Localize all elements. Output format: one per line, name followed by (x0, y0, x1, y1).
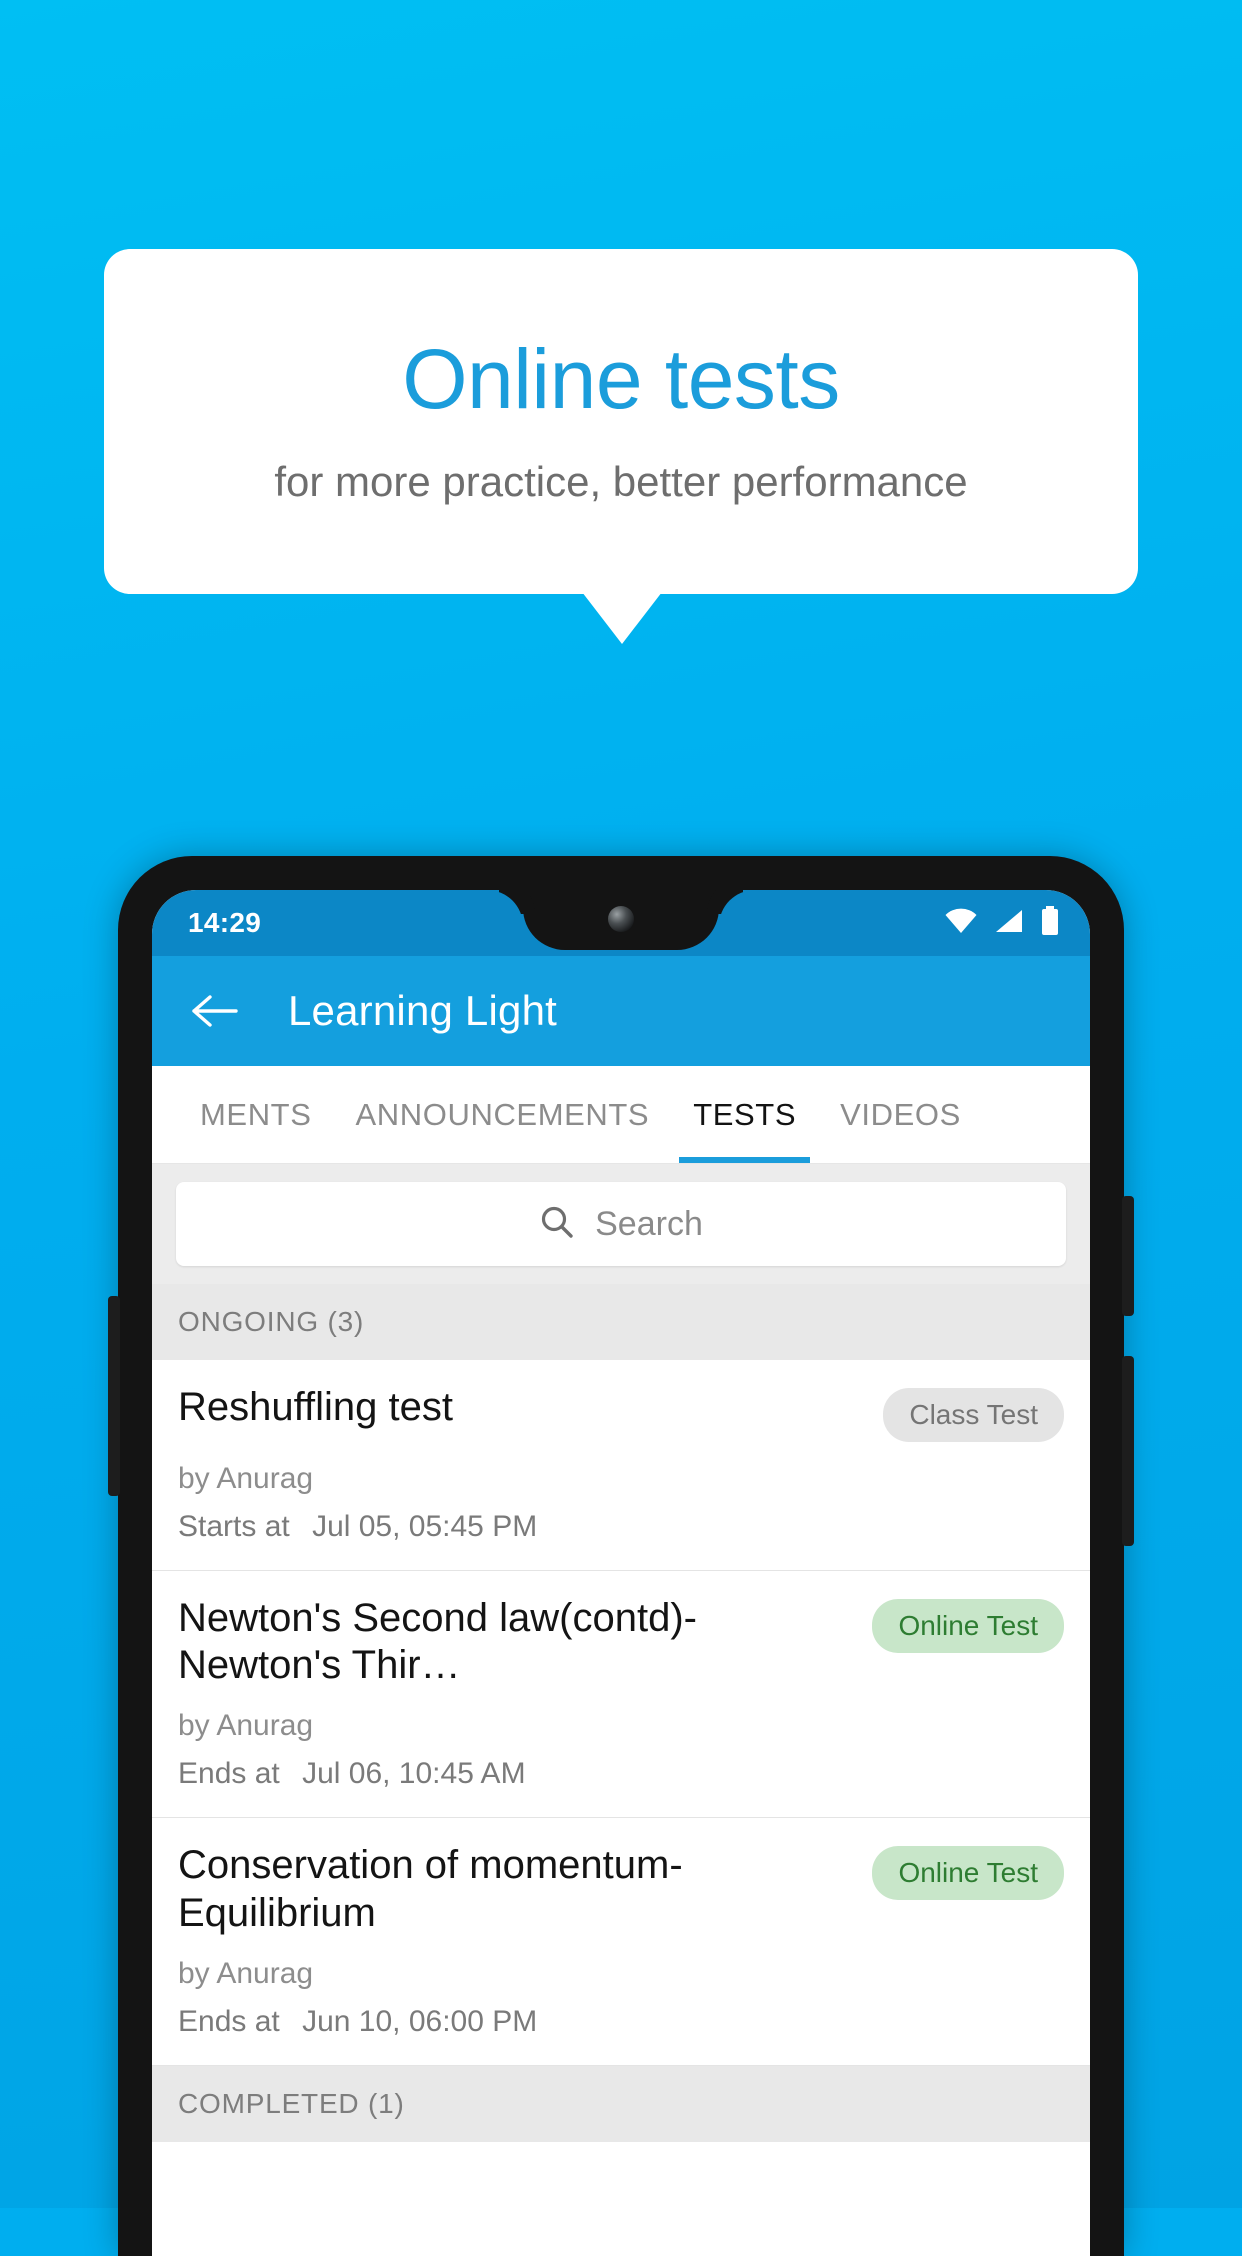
test-schedule: Ends at Jun 10, 06:00 PM (178, 2005, 1064, 2039)
test-type-badge: Online Test (872, 1846, 1064, 1901)
test-schedule-value: Jun 10, 06:00 PM (302, 2004, 538, 2038)
test-schedule-label: Ends at (178, 1757, 280, 1791)
tab-announcements[interactable]: ANNOUNCEMENTS (334, 1066, 672, 1163)
test-type-badge: Class Test (883, 1388, 1064, 1442)
tab-ments[interactable]: MENTS (178, 1066, 334, 1163)
status-bar: 14:29 (152, 890, 1090, 956)
phone-frame: 14:29 Learning Light MENTS ANNOUNCEMENTS… (108, 856, 1134, 2256)
phone-screen: 14:29 Learning Light MENTS ANNOUNCEMENTS… (152, 890, 1090, 2256)
test-author: by Anurag (178, 1956, 314, 1990)
test-list-item[interactable]: Reshuffling test Class Test by Anurag St… (152, 1360, 1090, 1571)
back-arrow-icon[interactable] (188, 985, 240, 1037)
search-input[interactable]: Search (176, 1182, 1066, 1266)
test-title: Reshuffling test (178, 1385, 453, 1429)
phone-left-button (108, 1296, 120, 1496)
test-list-item[interactable]: Newton's Second law(contd)-Newton's Thir… (152, 1571, 1090, 1819)
app-bar: Learning Light (152, 956, 1090, 1066)
search-icon (539, 1204, 575, 1245)
test-title: Conservation of momentum-Equilibrium (178, 1843, 683, 1935)
test-schedule: Ends at Jul 06, 10:45 AM (178, 1757, 1064, 1791)
status-time: 14:29 (188, 907, 262, 938)
test-type-badge: Online Test (872, 1599, 1064, 1653)
front-camera-icon (608, 906, 634, 932)
test-schedule-value: Jul 06, 10:45 AM (302, 1757, 526, 1791)
phone-power-button (1122, 1196, 1134, 1316)
promo-subtitle: for more practice, better performance (274, 458, 968, 506)
search-container: Search (152, 1164, 1090, 1284)
test-author: by Anurag (178, 1462, 314, 1495)
section-header-completed: COMPLETED (1) (152, 2065, 1090, 2142)
search-placeholder: Search (595, 1204, 703, 1243)
tab-videos[interactable]: VIDEOS (818, 1066, 983, 1163)
section-header-ongoing: ONGOING (3) (152, 1284, 1090, 1360)
signal-icon (994, 908, 1024, 939)
test-schedule-label: Starts at (178, 1510, 290, 1543)
test-author: by Anurag (178, 1709, 314, 1743)
test-schedule-label: Ends at (178, 2004, 280, 2038)
test-schedule-value: Jul 05, 05:45 PM (312, 1510, 538, 1543)
tab-bar: MENTS ANNOUNCEMENTS TESTS VIDEOS (152, 1066, 1090, 1164)
app-bar-title: Learning Light (288, 987, 558, 1034)
test-list-item[interactable]: Conservation of momentum-Equilibrium Onl… (152, 1818, 1090, 2066)
battery-icon (1040, 905, 1060, 941)
phone-volume-button (1122, 1356, 1134, 1546)
promo-callout-card: Online tests for more practice, better p… (104, 249, 1138, 594)
status-icon-group (944, 905, 1060, 941)
promo-title: Online tests (402, 332, 840, 427)
test-title: Newton's Second law(contd)-Newton's Thir… (178, 1596, 697, 1688)
callout-tail (582, 592, 662, 644)
tab-tests[interactable]: TESTS (671, 1066, 818, 1163)
test-schedule: Starts at Jul 05, 05:45 PM (178, 1510, 1064, 1544)
wifi-icon (944, 908, 978, 939)
